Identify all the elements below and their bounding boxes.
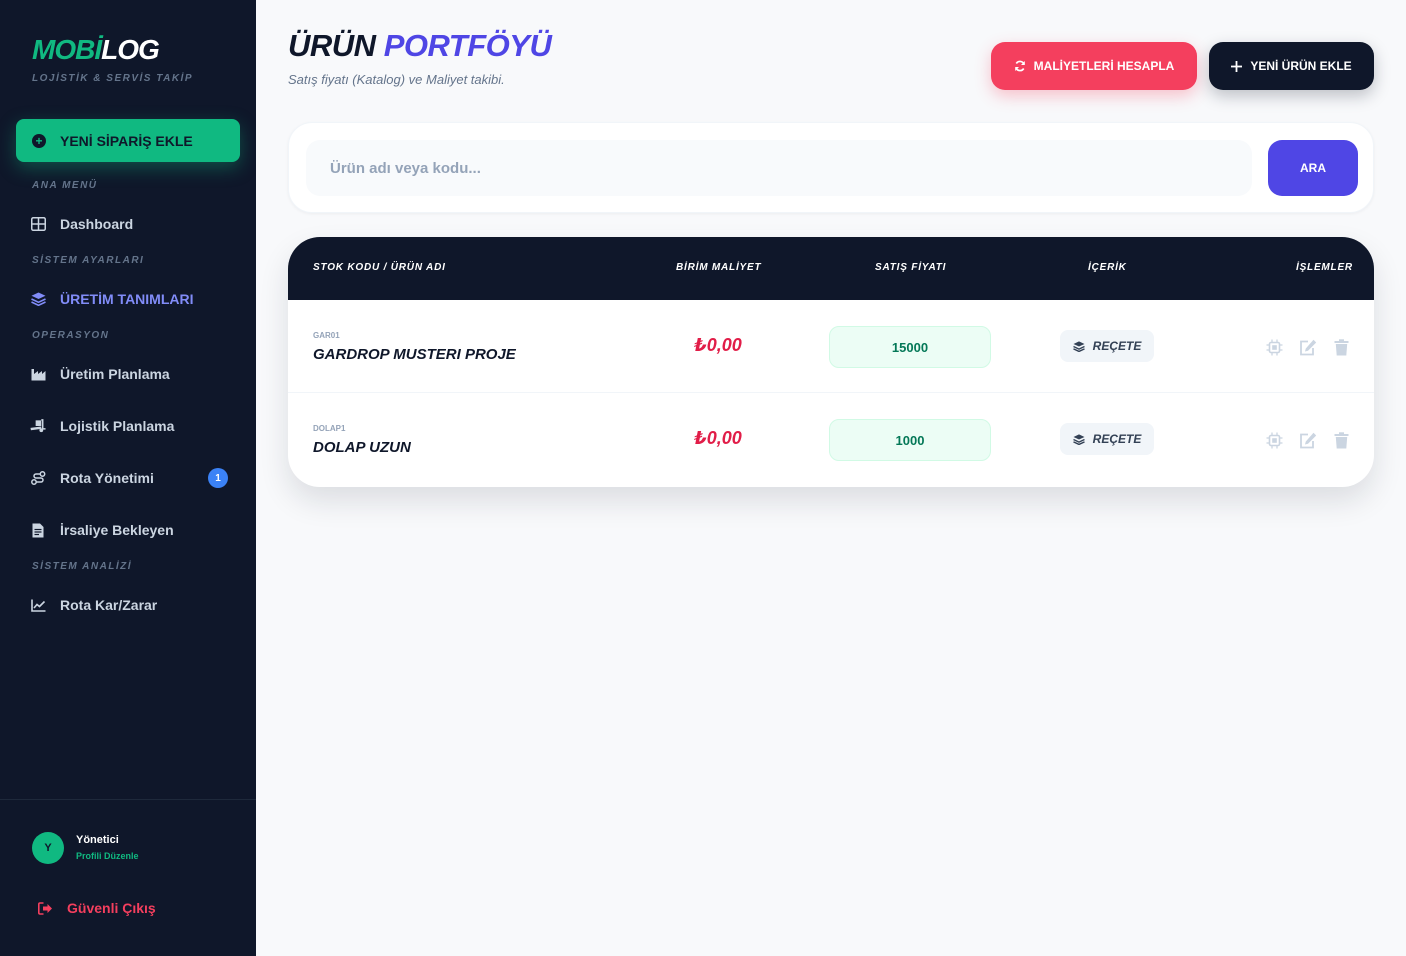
- app-logo[interactable]: MOBİLOG: [32, 34, 160, 66]
- sign-out-icon: [38, 901, 53, 915]
- column-header-content: İÇERİK: [1088, 262, 1127, 273]
- page-title-part2: PORTFÖYÜ: [383, 28, 552, 63]
- layers-icon: [30, 291, 46, 307]
- app-tagline: LOJİSTİK & SERVİS TAKİP: [32, 73, 193, 84]
- calculate-costs-label: MALİYETLERİ HESAPLA: [1033, 59, 1175, 73]
- chip-icon[interactable]: [1264, 337, 1284, 357]
- sale-price[interactable]: 15000: [829, 326, 991, 368]
- search-card: ARA: [288, 122, 1374, 213]
- logo-part1: MOBİ: [32, 34, 102, 65]
- section-main-menu: ANA MENÜ: [32, 180, 98, 191]
- product-name: DOLAP UZUN: [313, 439, 411, 456]
- recipe-button[interactable]: REÇETE: [1060, 330, 1154, 362]
- trash-icon[interactable]: [1331, 430, 1351, 450]
- industry-icon: [30, 366, 46, 382]
- edit-profile-link[interactable]: Profili Düzenle: [76, 851, 139, 861]
- sidebar-item-production-planning[interactable]: Üretim Planlama: [30, 362, 230, 386]
- recipe-label: REÇETE: [1092, 432, 1142, 446]
- new-product-button[interactable]: YENİ ÜRÜN EKLE: [1209, 42, 1374, 90]
- sidebar-item-label: İrsaliye Bekleyen: [60, 522, 174, 538]
- unit-cost: ₺0,00: [694, 428, 742, 448]
- sidebar-item-label: Üretim Planlama: [60, 366, 170, 382]
- recipe-label: REÇETE: [1092, 339, 1142, 353]
- stock-code: GAR01: [313, 331, 340, 340]
- plus-icon: [1231, 60, 1243, 72]
- column-header-actions: İŞLEMLER: [1296, 262, 1353, 273]
- new-order-button[interactable]: + YENİ SİPARİŞ EKLE: [16, 119, 240, 162]
- file-invoice-icon: [30, 522, 46, 538]
- products-table: STOK KODU / ÜRÜN ADI BİRİM MALİYET SATIŞ…: [288, 237, 1374, 487]
- logout-button[interactable]: Güvenli Çıkış: [38, 900, 156, 916]
- user-name: Yönetici: [76, 834, 119, 846]
- product-name: GARDROP MUSTERI PROJE: [313, 346, 516, 363]
- layers-icon: [1072, 340, 1085, 352]
- page-subtitle: Satış fiyatı (Katalog) ve Maliyet takibi…: [288, 72, 505, 87]
- chart-line-icon: [30, 597, 46, 613]
- unit-cost: ₺0,00: [694, 335, 742, 355]
- section-system-analysis: SİSTEM ANALİZİ: [32, 561, 133, 572]
- sidebar-divider: [0, 799, 256, 800]
- sidebar-item-waybill-pending[interactable]: İrsaliye Bekleyen: [30, 518, 230, 542]
- stock-code: DOLAP1: [313, 424, 346, 433]
- column-header-price: SATIŞ FİYATI: [875, 262, 947, 273]
- recipe-button[interactable]: REÇETE: [1060, 423, 1154, 455]
- table-row[interactable]: GAR01 GARDROP MUSTERI PROJE ₺0,00 15000 …: [288, 300, 1374, 393]
- sync-icon: [1014, 60, 1026, 72]
- edit-icon[interactable]: [1298, 337, 1318, 357]
- table-header: STOK KODU / ÜRÜN ADI BİRİM MALİYET SATIŞ…: [288, 237, 1374, 300]
- route-icon: [30, 470, 46, 486]
- edit-icon[interactable]: [1298, 430, 1318, 450]
- truck-loading-icon: [30, 418, 46, 434]
- section-operations: OPERASYON: [32, 330, 110, 341]
- table-row[interactable]: DOLAP1 DOLAP UZUN ₺0,00 1000 REÇETE: [288, 393, 1374, 486]
- page-title-part1: ÜRÜN: [288, 28, 376, 63]
- plus-circle-icon: +: [32, 133, 46, 148]
- sidebar-item-label: Lojistik Planlama: [60, 418, 175, 434]
- calculate-costs-button[interactable]: MALİYETLERİ HESAPLA: [991, 42, 1197, 90]
- sidebar-item-label: Dashboard: [60, 216, 134, 232]
- column-header-name: STOK KODU / ÜRÜN ADI: [313, 262, 446, 273]
- sidebar-item-route-management[interactable]: Rota Yönetimi 1: [30, 466, 230, 490]
- sidebar-item-production-definitions[interactable]: ÜRETİM TANIMLARI: [30, 287, 230, 311]
- sale-price[interactable]: 1000: [829, 419, 991, 461]
- sidebar-item-dashboard[interactable]: Dashboard: [30, 212, 230, 236]
- sidebar-item-logistics-planning[interactable]: Lojistik Planlama: [30, 414, 230, 438]
- search-input[interactable]: [306, 140, 1252, 196]
- chip-icon[interactable]: [1264, 430, 1284, 450]
- new-order-label: YENİ SİPARİŞ EKLE: [60, 132, 193, 149]
- logo-part2: LOG: [101, 34, 160, 65]
- column-header-cost: BİRİM MALİYET: [676, 262, 762, 273]
- sidebar-item-label: Rota Kar/Zarar: [60, 597, 158, 613]
- sidebar: MOBİLOG LOJİSTİK & SERVİS TAKİP + YENİ S…: [0, 0, 256, 956]
- layers-icon: [1072, 433, 1085, 445]
- sidebar-item-label: ÜRETİM TANIMLARI: [60, 291, 194, 307]
- search-button[interactable]: ARA: [1268, 140, 1358, 196]
- grid-icon: [30, 216, 46, 232]
- avatar[interactable]: Y: [32, 832, 64, 864]
- new-product-label: YENİ ÜRÜN EKLE: [1250, 59, 1352, 73]
- page-title: ÜRÜN PORTFÖYÜ: [288, 28, 552, 64]
- logout-label: Güvenli Çıkış: [67, 900, 156, 916]
- section-system-settings: SİSTEM AYARLARI: [32, 255, 145, 266]
- sidebar-item-route-profit[interactable]: Rota Kar/Zarar: [30, 593, 230, 617]
- trash-icon[interactable]: [1331, 337, 1351, 357]
- notification-badge: 1: [208, 468, 228, 488]
- sidebar-item-label: Rota Yönetimi: [60, 470, 154, 486]
